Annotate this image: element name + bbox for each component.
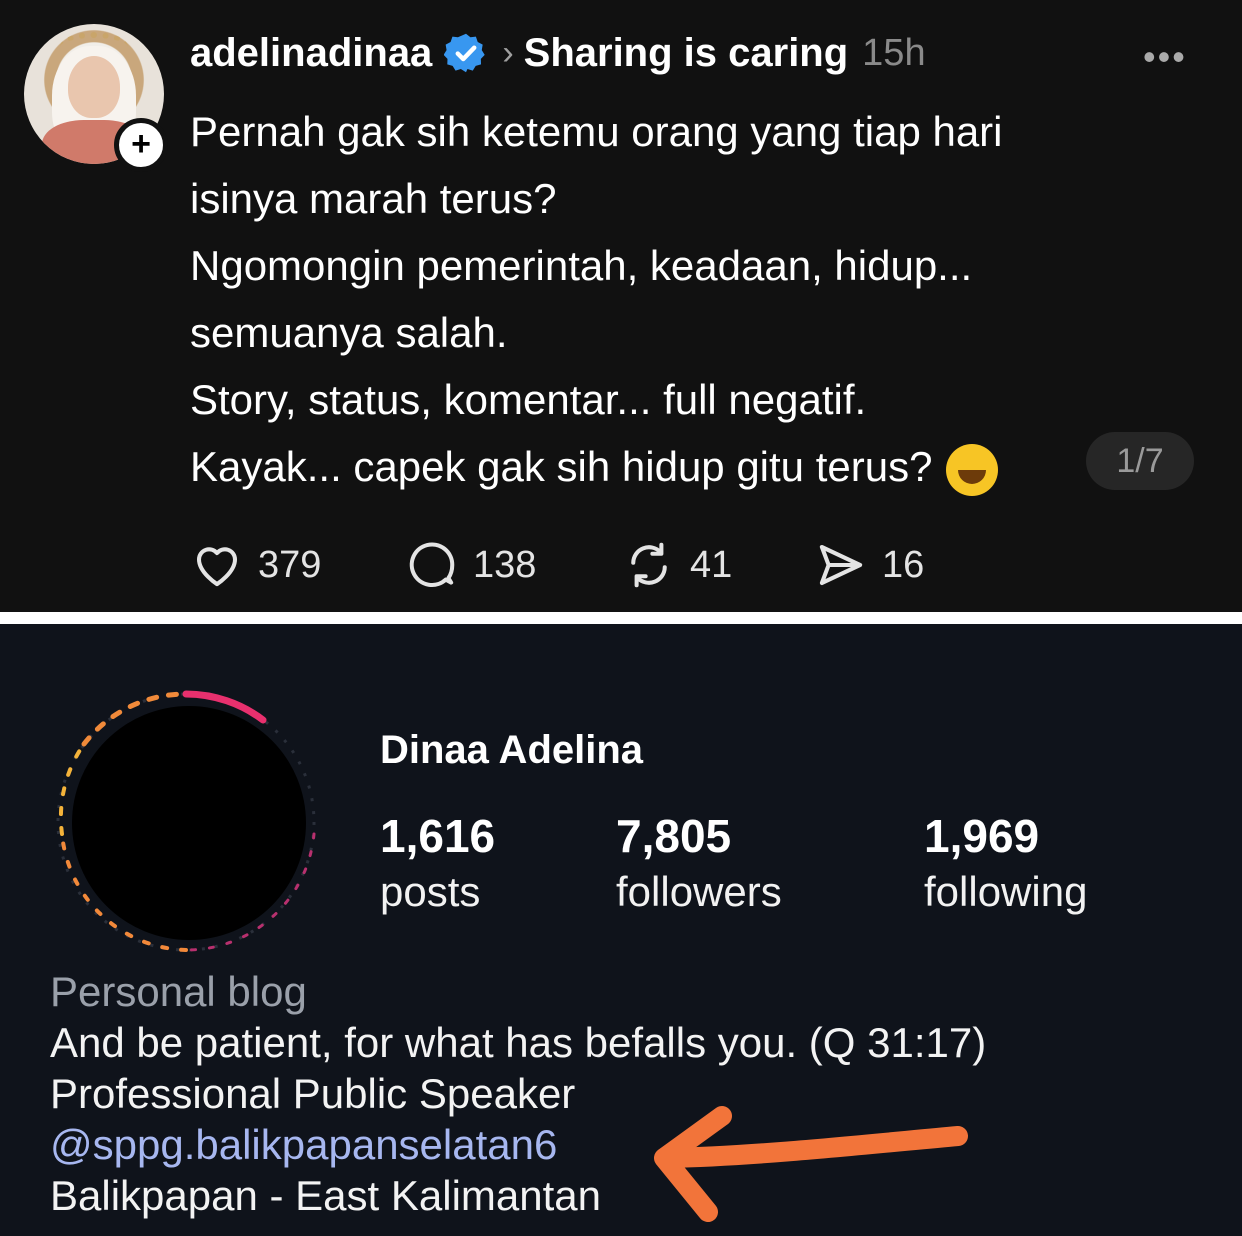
following-label: following (924, 868, 1088, 915)
post-line: isinya marah terus? (190, 175, 557, 222)
post-timestamp: 15h (862, 31, 926, 74)
bio-category: Personal blog (50, 968, 307, 1015)
posts-label: posts (380, 868, 481, 915)
more-options-icon[interactable]: ••• (1143, 36, 1187, 78)
grinning-sweat-emoji-icon (946, 443, 999, 496)
annotation-arrow (654, 1106, 968, 1222)
stat-followers[interactable]: 7,805 followers (616, 808, 782, 920)
verified-badge-icon (444, 33, 486, 73)
stat-following[interactable]: 1,969 following (924, 808, 1087, 920)
post-line: Story, status, komentar... full negatif. (190, 376, 867, 423)
like-button[interactable]: 379 (190, 538, 321, 592)
post-line: Pernah gak sih ketemu orang yang tiap ha… (190, 108, 1003, 155)
share-button[interactable]: 16 (814, 538, 924, 592)
profile-name: Dinaa Adelina (380, 728, 644, 772)
repost-icon (631, 542, 667, 588)
topic-tag[interactable]: Sharing is caring (524, 31, 849, 76)
comment-bubble-icon (409, 542, 455, 588)
follow-plus-icon[interactable]: + (114, 118, 168, 172)
following-count: 1,969 (924, 810, 1040, 862)
carousel-page-indicator: 1/7 (1086, 432, 1194, 490)
posts-count: 1,616 (380, 810, 496, 862)
heart-icon (196, 547, 238, 587)
threads-post-panel: + adelinadinaa › Sharing is caring 15h •… (0, 0, 1242, 612)
chevron-right-icon: › (502, 33, 514, 72)
stat-posts[interactable]: 1,616 posts (380, 808, 495, 920)
username[interactable]: adelinadinaa (190, 31, 432, 76)
like-count: 379 (258, 543, 322, 586)
post-line: semuanya salah. (190, 309, 508, 356)
post-header: adelinadinaa › Sharing is caring 15h (190, 28, 926, 78)
post-line-text: Kayak... capek gak sih hidup gitu terus? (190, 443, 933, 490)
post-line: Ngomongin pemerintah, keadaan, hidup... (190, 242, 973, 289)
post-line-last: Kayak... capek gak sih hidup gitu terus? (190, 433, 1190, 500)
followers-label: followers (616, 868, 782, 915)
comment-button[interactable]: 138 (405, 538, 536, 592)
send-icon (819, 544, 863, 586)
post-body: Pernah gak sih ketemu orang yang tiap ha… (190, 98, 1190, 500)
followers-count: 7,805 (616, 810, 732, 862)
profile-picture[interactable] (72, 706, 306, 940)
comment-count: 138 (473, 543, 537, 586)
repost-button[interactable]: 41 (622, 538, 732, 592)
bio-quote: And be patient, for what has befalls you… (50, 1019, 987, 1066)
share-count: 16 (882, 543, 925, 586)
repost-count: 41 (690, 543, 733, 586)
